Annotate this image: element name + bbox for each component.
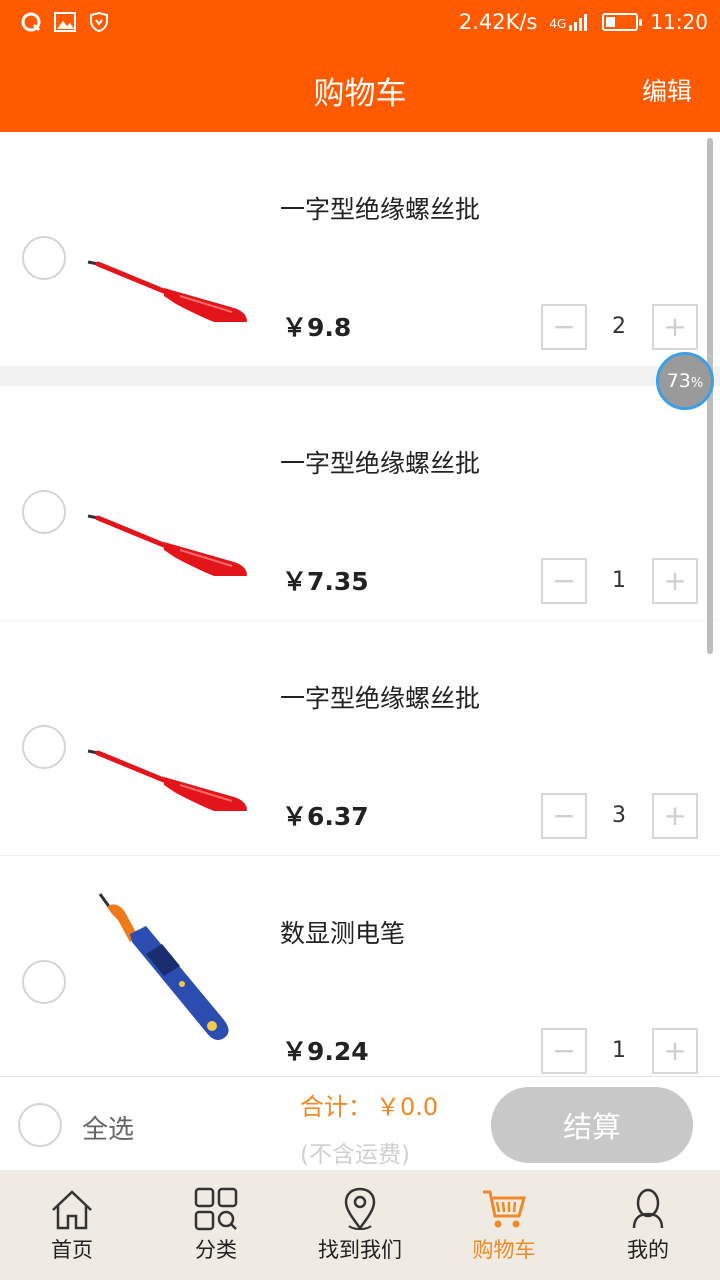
cart-item: 一字型绝缘螺丝批 ￥6.37 − 3 + bbox=[0, 621, 720, 855]
product-name[interactable]: 一字型绝缘螺丝批 bbox=[280, 679, 480, 715]
location-icon bbox=[344, 1187, 376, 1231]
shipping-note: (不含运费) bbox=[300, 1142, 410, 1168]
product-price: ￥9.8 bbox=[282, 313, 352, 342]
cart-item: 一字型绝缘螺丝批 ￥9.8 − 2 + bbox=[0, 132, 720, 366]
tab-label: 我的 bbox=[627, 1238, 669, 1262]
battery-icon bbox=[602, 13, 643, 31]
tab-label: 购物车 bbox=[472, 1238, 536, 1262]
tab-find-us[interactable]: 找到我们 bbox=[288, 1170, 432, 1280]
tab-label: 找到我们 bbox=[318, 1238, 402, 1262]
tab-label: 分类 bbox=[195, 1238, 237, 1262]
bottom-tab-bar: 首页 分类 找到我们 购物车 我的 bbox=[0, 1170, 720, 1280]
heart-shield-icon bbox=[88, 11, 110, 33]
plus-icon: + bbox=[663, 310, 687, 343]
minus-icon: − bbox=[552, 799, 576, 832]
total-amount: 合计： ￥0.0 bbox=[300, 1087, 438, 1122]
progress-unit: % bbox=[690, 375, 704, 391]
minus-icon: − bbox=[552, 310, 576, 343]
product-image-screwdriver[interactable] bbox=[84, 192, 254, 329]
quantity-value: 3 bbox=[612, 803, 626, 828]
decrease-quantity-button[interactable]: − bbox=[541, 793, 587, 839]
product-image-screwdriver[interactable] bbox=[84, 446, 254, 583]
product-price: ￥7.35 bbox=[282, 567, 369, 596]
plus-icon: + bbox=[663, 799, 687, 832]
home-icon bbox=[52, 1190, 92, 1230]
increase-quantity-button[interactable]: + bbox=[652, 1028, 698, 1074]
increase-quantity-button[interactable]: + bbox=[652, 793, 698, 839]
cart-item: 一字型绝缘螺丝批 ￥7.35 − 1 + bbox=[0, 386, 720, 620]
product-price: ￥9.24 bbox=[282, 1037, 369, 1066]
quantity-value: 1 bbox=[612, 1038, 626, 1063]
cart-item: 数显测电笔 ￥9.24 − 1 + bbox=[0, 856, 720, 1076]
select-all-label[interactable]: 全选 bbox=[82, 1109, 134, 1146]
edit-button[interactable]: 编辑 bbox=[642, 72, 692, 108]
image-icon bbox=[54, 11, 76, 33]
tab-cart[interactable]: 购物车 bbox=[432, 1170, 576, 1280]
total-value: ￥0.0 bbox=[376, 1093, 439, 1121]
quantity-value: 2 bbox=[612, 314, 626, 339]
signal-icon: 4G bbox=[549, 13, 590, 31]
product-image-screwdriver[interactable] bbox=[84, 681, 254, 818]
decrease-quantity-button[interactable]: − bbox=[541, 558, 587, 604]
signal-label: 4G bbox=[549, 17, 567, 31]
cart-icon bbox=[483, 1190, 526, 1228]
app-header: 购物车 编辑 bbox=[0, 44, 720, 132]
plus-icon: + bbox=[663, 564, 687, 597]
category-icon bbox=[194, 1187, 238, 1231]
checkout-bar: 全选 合计： ￥0.0 (不含运费) 结算 bbox=[0, 1076, 720, 1170]
product-price: ￥6.37 bbox=[282, 802, 369, 831]
total-label: 合计： bbox=[300, 1093, 372, 1121]
product-name[interactable]: 一字型绝缘螺丝批 bbox=[280, 190, 480, 226]
item-select-radio[interactable] bbox=[22, 490, 66, 534]
tab-category[interactable]: 分类 bbox=[144, 1170, 288, 1280]
status-bar: 2.42K/s 4G 11:20 bbox=[0, 0, 720, 44]
item-select-radio[interactable] bbox=[22, 725, 66, 769]
quantity-value: 1 bbox=[612, 568, 626, 593]
qq-icon bbox=[20, 11, 42, 33]
progress-badge[interactable]: 73% bbox=[656, 352, 714, 410]
item-select-radio[interactable] bbox=[22, 236, 66, 280]
minus-icon: − bbox=[552, 1034, 576, 1067]
product-name[interactable]: 数显测电笔 bbox=[280, 914, 405, 950]
product-name[interactable]: 一字型绝缘螺丝批 bbox=[280, 444, 480, 480]
minus-icon: − bbox=[552, 564, 576, 597]
tab-label: 首页 bbox=[51, 1238, 93, 1262]
increase-quantity-button[interactable]: + bbox=[652, 558, 698, 604]
item-select-radio[interactable] bbox=[22, 960, 66, 1004]
increase-quantity-button[interactable]: + bbox=[652, 304, 698, 350]
select-all-radio[interactable] bbox=[18, 1103, 62, 1147]
network-speed: 2.42K/s bbox=[458, 10, 538, 34]
page-title: 购物车 bbox=[313, 76, 407, 112]
cart-list[interactable]: 一字型绝缘螺丝批 ￥9.8 − 2 + 一字型绝缘螺丝批 ￥7.35 − 1 + bbox=[0, 132, 720, 1076]
plus-icon: + bbox=[663, 1034, 687, 1067]
tab-mine[interactable]: 我的 bbox=[576, 1170, 720, 1280]
tab-home[interactable]: 首页 bbox=[0, 1170, 144, 1280]
clock: 11:20 bbox=[650, 10, 708, 34]
status-icons-left bbox=[20, 11, 110, 33]
product-image-test-pen[interactable] bbox=[84, 880, 254, 1040]
decrease-quantity-button[interactable]: − bbox=[541, 1028, 587, 1074]
progress-value: 73 bbox=[666, 370, 691, 392]
checkout-button[interactable]: 结算 bbox=[491, 1087, 693, 1163]
user-icon bbox=[632, 1188, 664, 1229]
decrease-quantity-button[interactable]: − bbox=[541, 304, 587, 350]
status-icons-right: 2.42K/s 4G 11:20 bbox=[459, 10, 708, 34]
